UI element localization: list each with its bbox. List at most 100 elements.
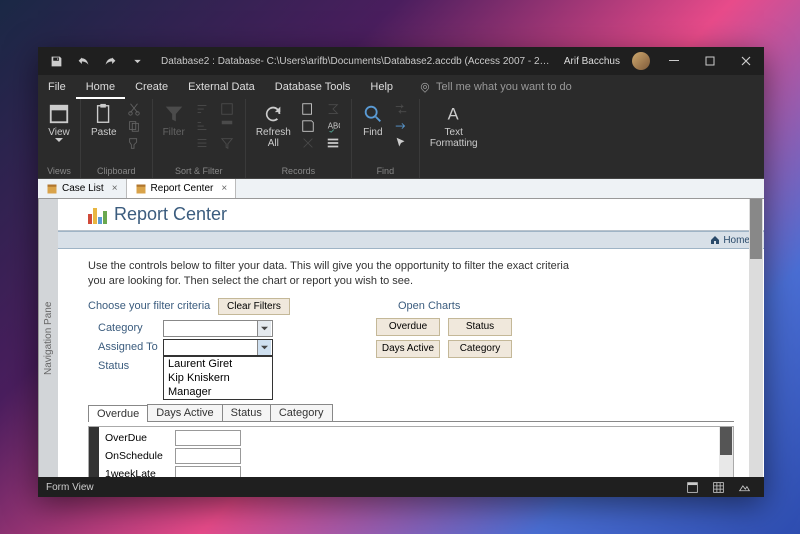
refresh-label: Refresh All — [256, 127, 291, 149]
tab-report-center[interactable]: Report Center × — [127, 179, 237, 198]
minimize-button[interactable] — [656, 47, 692, 75]
undo-icon[interactable] — [71, 50, 95, 72]
select-button[interactable] — [390, 135, 415, 151]
bottom-tab-status[interactable]: Status — [222, 404, 271, 421]
home-tab[interactable]: Home — [76, 75, 125, 99]
filter-panel: Choose your filter criteria Clear Filter… — [88, 300, 734, 400]
file-menu[interactable]: File — [38, 75, 76, 99]
weeklate-row-label: 1weekLate — [105, 468, 175, 477]
ribbon-group-records: Refresh All ABC Records — [246, 99, 352, 178]
category-select[interactable] — [163, 320, 273, 337]
bottom-tab-days-active[interactable]: Days Active — [147, 404, 222, 421]
dropdown-option[interactable]: Laurent Giret — [164, 357, 272, 371]
page-header: Report Center — [58, 199, 764, 231]
status-text: Form View — [46, 482, 94, 493]
user-name[interactable]: Arif Bacchus — [558, 56, 626, 67]
text-formatting-button[interactable]: A Text Formatting — [424, 101, 484, 151]
category-chart-button[interactable]: Category — [448, 340, 512, 358]
ribbon-group-clipboard: Paste Clipboard — [81, 99, 153, 178]
close-button[interactable] — [728, 47, 764, 75]
refresh-all-button[interactable]: Refresh All — [250, 101, 297, 151]
overdue-chart-button[interactable]: Overdue — [376, 318, 440, 336]
subform-row: OverDue — [105, 429, 241, 447]
chevron-down-icon — [55, 138, 63, 143]
paste-button[interactable]: Paste — [85, 101, 123, 140]
find-button[interactable]: Find — [356, 101, 390, 140]
clear-filters-button[interactable]: Clear Filters — [218, 298, 290, 315]
redo-icon[interactable] — [98, 50, 122, 72]
find-group-label: Find — [356, 166, 415, 178]
bottom-tab-overdue[interactable]: Overdue — [88, 405, 148, 422]
toggle-filter-button — [216, 135, 241, 151]
subform-row: OnSchedule — [105, 447, 241, 465]
home-link[interactable]: Home — [58, 231, 764, 249]
category-label: Category — [98, 322, 143, 334]
text-formatting-label: Text Formatting — [430, 127, 478, 149]
assigned-to-dropdown: Laurent Giret Kip Kniskern Manager — [163, 356, 273, 400]
filter-criteria-title: Choose your filter criteria — [88, 300, 210, 312]
copy-button — [123, 118, 148, 134]
record-selector[interactable] — [89, 427, 99, 477]
page-title: Report Center — [114, 204, 227, 225]
external-data-tab[interactable]: External Data — [178, 75, 265, 99]
status-bar: Form View — [38, 477, 764, 497]
bottom-tabs: Overdue Days Active Status Category — [88, 404, 734, 422]
weeklate-field[interactable] — [175, 466, 241, 477]
assigned-to-select[interactable] — [163, 339, 273, 356]
sort-desc-button — [191, 118, 216, 134]
spelling-button[interactable]: ABC — [322, 118, 347, 134]
save-icon[interactable] — [44, 50, 68, 72]
tab-report-center-label: Report Center — [151, 183, 214, 194]
ribbon-group-text-formatting: A Text Formatting — [420, 99, 488, 178]
form-icon — [46, 183, 58, 195]
bottom-tab-category[interactable]: Category — [270, 404, 333, 421]
remove-sort-button — [191, 135, 216, 151]
chevron-down-icon — [257, 340, 271, 355]
tab-case-list[interactable]: Case List × — [38, 179, 127, 198]
datasheet-view-button[interactable] — [706, 478, 730, 496]
view-button[interactable]: View — [42, 101, 76, 145]
user-avatar[interactable] — [632, 52, 650, 70]
days-active-chart-button[interactable]: Days Active — [376, 340, 440, 358]
form-icon — [135, 183, 147, 195]
close-icon[interactable]: × — [112, 183, 118, 194]
qat-customize-icon[interactable] — [125, 50, 149, 72]
ribbon-group-views: View Views — [38, 99, 81, 178]
svg-text:A: A — [447, 106, 458, 124]
sort-filter-group-label: Sort & Filter — [157, 166, 241, 178]
help-tab[interactable]: Help — [360, 75, 403, 99]
save-record-button[interactable] — [297, 118, 322, 134]
overdue-row-label: OverDue — [105, 432, 175, 444]
form-inner: Use the controls below to filter your da… — [58, 249, 764, 477]
view-label: View — [48, 127, 70, 138]
onschedule-field[interactable] — [175, 448, 241, 464]
form-view-button[interactable] — [680, 478, 704, 496]
bar-chart-icon — [88, 206, 106, 224]
more-button[interactable] — [322, 135, 347, 151]
subform: OverDue OnSchedule 1weekLate 1Month — [88, 426, 734, 477]
dropdown-option[interactable]: Manager — [164, 385, 272, 399]
ribbon: View Views Paste Clipboard — [38, 99, 764, 179]
dropdown-option[interactable]: Kip Kniskern — [164, 371, 272, 385]
status-chart-button[interactable]: Status — [448, 318, 512, 336]
overdue-field[interactable] — [175, 430, 241, 446]
new-record-button[interactable] — [297, 101, 322, 117]
paste-label: Paste — [91, 127, 117, 138]
window-title: Database2 : Database- C:\Users\arifb\Doc… — [155, 56, 558, 67]
maximize-button[interactable] — [692, 47, 728, 75]
layout-view-button[interactable] — [732, 478, 756, 496]
content-scrollbar[interactable] — [749, 199, 763, 477]
advanced-button — [216, 118, 241, 134]
subform-scrollbar[interactable] — [719, 427, 733, 477]
create-tab[interactable]: Create — [125, 75, 178, 99]
database-tools-tab[interactable]: Database Tools — [265, 75, 361, 99]
assigned-to-label: Assigned To — [98, 341, 158, 353]
filter-button: Filter — [157, 101, 191, 140]
ribbon-group-sort-filter: Filter Sort & Filter — [153, 99, 246, 178]
menu-bar: File Home Create External Data Database … — [38, 75, 764, 99]
goto-button[interactable] — [390, 118, 415, 134]
tell-me-search[interactable]: Tell me what you want to do — [419, 81, 572, 93]
navigation-pane-toggle[interactable]: Navigation Pane — [38, 199, 58, 477]
close-icon[interactable]: × — [221, 183, 227, 194]
status-label: Status — [98, 360, 129, 372]
